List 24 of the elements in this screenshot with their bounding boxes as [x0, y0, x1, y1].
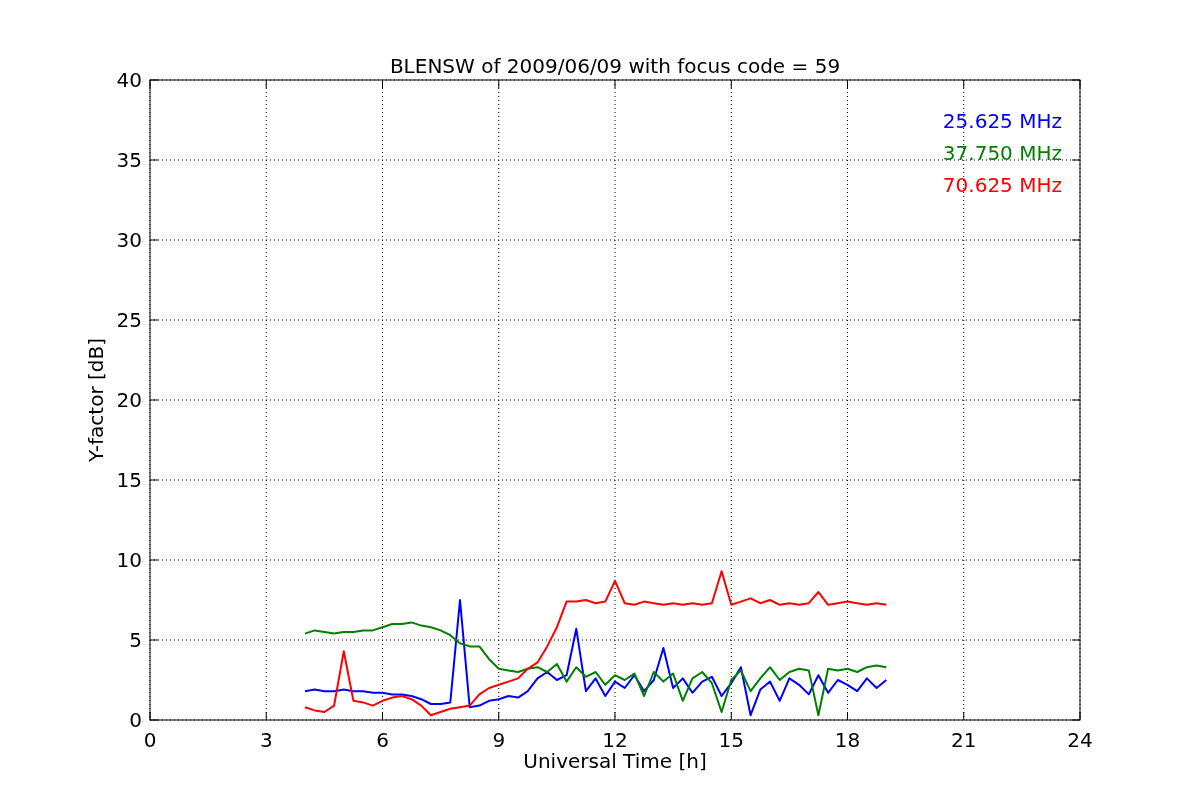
- y-tick-label: 5: [129, 628, 142, 652]
- y-tick-label: 15: [116, 468, 142, 492]
- legend-label: 37.750 MHz: [942, 141, 1062, 165]
- x-tick-label: 15: [718, 728, 744, 752]
- x-tick-label: 18: [834, 728, 861, 752]
- x-tick-label: 21: [951, 728, 977, 752]
- x-tick-label: 0: [143, 728, 157, 752]
- chart-title: BLENSW of 2009/06/09 with focus code = 59: [389, 54, 841, 78]
- x-tick-label: 3: [259, 728, 273, 752]
- y-tick-label: 10: [116, 548, 142, 572]
- x-tick-label: 12: [602, 728, 628, 752]
- x-tick-label: 6: [376, 728, 389, 752]
- y-tick-label: 30: [116, 228, 142, 252]
- x-tick-label: 24: [1067, 728, 1093, 752]
- y-tick-label: 20: [116, 388, 142, 412]
- x-tick-label: 9: [492, 728, 506, 752]
- y-tick-label: 0: [129, 708, 142, 732]
- legend-label: 70.625 MHz: [942, 173, 1062, 197]
- y-tick-label: 25: [116, 308, 142, 332]
- y-axis-label: Y-factor [dB]: [84, 338, 108, 462]
- y-tick-label: 35: [116, 148, 142, 172]
- y-tick-label: 40: [116, 68, 142, 92]
- x-axis-label: Universal Time [h]: [523, 749, 707, 773]
- legend-label: 25.625 MHz: [942, 109, 1062, 133]
